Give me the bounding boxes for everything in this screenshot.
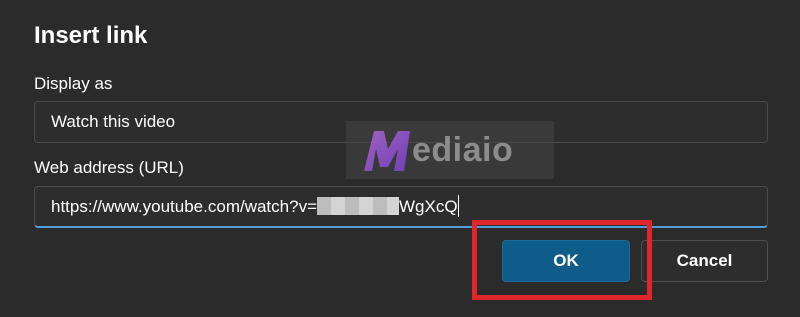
display-as-label: Display as [34, 74, 113, 93]
dialog-title: Insert link [34, 22, 148, 49]
display-as-input[interactable] [34, 101, 768, 143]
cancel-button[interactable]: Cancel [641, 240, 768, 282]
ok-button[interactable]: OK [502, 240, 630, 282]
insert-link-dialog: Insert link Display as Web address (URL)… [0, 0, 800, 317]
url-suffix-text: WgXcQ [399, 197, 458, 216]
text-cursor [457, 195, 459, 218]
url-label: Web address (URL) [34, 158, 184, 177]
url-input[interactable]: https://www.youtube.com/watch?v= WgXcQ [34, 186, 768, 228]
url-prefix-text: https://www.youtube.com/watch?v= [51, 197, 317, 216]
redacted-blur [317, 197, 399, 216]
